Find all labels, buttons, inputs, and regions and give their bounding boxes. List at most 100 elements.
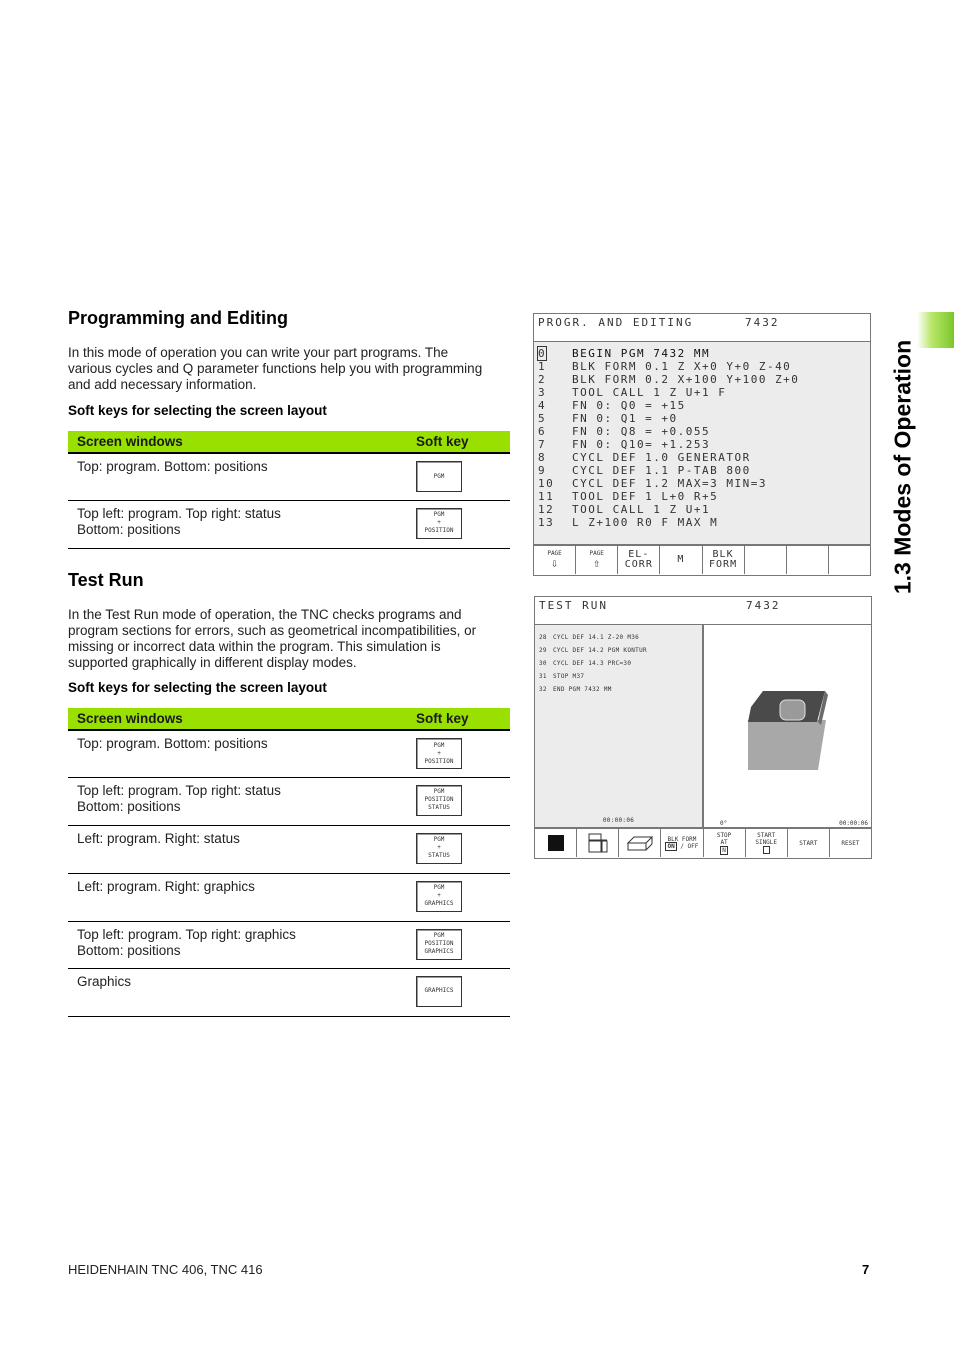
softkey-pgm-position-status[interactable]: PGM POSITION STATUS bbox=[416, 784, 462, 816]
softkey-pgm-position[interactable]: PGM + POSITION bbox=[416, 738, 462, 769]
paragraph-line: missing or incorrect data within the pro… bbox=[68, 639, 441, 654]
program-line[interactable]: 2 BLK FORM 0.2 X+100 Y+100 Z+0 bbox=[538, 373, 866, 386]
line-number: 28 bbox=[539, 634, 547, 641]
screen-mode-title: PROGR. AND EDITING bbox=[538, 316, 694, 329]
program-line[interactable]: 1 BLK FORM 0.1 Z X+0 Y+0 Z-40 bbox=[538, 360, 866, 373]
softkey-empty[interactable] bbox=[829, 546, 870, 574]
softkey-blk-form[interactable]: BLK FORM bbox=[703, 546, 745, 574]
line-text: CYCL DEF 1.0 GENERATOR bbox=[572, 451, 751, 464]
footer-manual-title: HEIDENHAIN TNC 406, TNC 416 bbox=[68, 1262, 263, 1277]
screen-title-bar: TEST RUN 7432 bbox=[535, 597, 871, 625]
line-text: BEGIN PGM 7432 MM bbox=[572, 347, 711, 360]
softkey-stop-at-n[interactable]: STOP AT N bbox=[704, 829, 746, 857]
arrow-down-icon: ⇩ bbox=[550, 556, 559, 570]
program-line[interactable]: 31 STOP M37 bbox=[539, 670, 698, 683]
line-text: BLK FORM 0.2 X+100 Y+100 Z+0 bbox=[572, 373, 800, 386]
line-text: FN 0: Q0 = +15 bbox=[572, 399, 686, 412]
line-number: 30 bbox=[539, 660, 547, 667]
softkey-page-up[interactable]: PAGE ⇧ bbox=[576, 546, 619, 574]
row-description: Top left: program. Top right: status Bott… bbox=[68, 777, 407, 826]
table-row: Top: program. Bottom: positions PGM bbox=[68, 453, 510, 501]
row-description: Top left: program. Top right: status Bott… bbox=[68, 500, 407, 549]
line-number: 6 bbox=[538, 425, 547, 438]
page-number: 7 bbox=[862, 1262, 870, 1277]
line-text: FN 0: Q10= +1.253 bbox=[572, 438, 711, 451]
filled-square-icon bbox=[547, 835, 564, 851]
program-line[interactable]: 3 TOOL CALL 1 Z U+1 F bbox=[538, 386, 866, 399]
softkey-pgm[interactable]: PGM bbox=[416, 461, 462, 492]
screenshot-programming-editing: PROGR. AND EDITING 7432 0 BEGIN PGM 7432 … bbox=[533, 313, 871, 576]
column-header-screen-windows: Screen windows bbox=[68, 708, 407, 731]
softkey-empty[interactable] bbox=[787, 546, 829, 574]
softkey-graphics[interactable]: GRAPHICS bbox=[416, 975, 462, 1007]
softkey-start[interactable]: START bbox=[788, 829, 830, 857]
line-text: FN 0: Q8 = +0.055 bbox=[572, 425, 711, 438]
softkey-reset[interactable]: RESET bbox=[830, 829, 871, 857]
view-angle: 0° bbox=[720, 820, 728, 827]
line-text: CYCL DEF 14.2 PGM KONTUR bbox=[553, 647, 647, 654]
softkey-3d-view[interactable] bbox=[619, 829, 662, 857]
softkey-page-down[interactable]: PAGE ⇩ bbox=[534, 546, 577, 574]
line-number: 12 bbox=[538, 503, 555, 516]
screen-title-bar: PROGR. AND EDITING 7432 bbox=[534, 314, 870, 342]
softkey-pgm-position-graphics[interactable]: PGM POSITION GRAPHICS bbox=[416, 928, 462, 960]
program-line[interactable]: 13 L Z+100 R0 F MAX M bbox=[538, 516, 866, 529]
line-text: CYCL DEF 1.1 P-TAB 800 bbox=[572, 464, 751, 477]
row-description: Left: program. Right: status bbox=[68, 825, 407, 874]
softkey-m[interactable]: M bbox=[660, 546, 703, 574]
table-row: Graphics GRAPHICS bbox=[68, 968, 510, 1017]
program-listing: 0 BEGIN PGM 7432 MM 1 BLK FORM 0.1 Z X+0 Y+… bbox=[534, 342, 870, 544]
table-row: Top left: program. Top right: graphics Bo… bbox=[68, 921, 510, 969]
program-line[interactable]: 6 FN 0: Q8 = +0.055 bbox=[538, 425, 866, 438]
program-line[interactable]: 9 CYCL DEF 1.1 P-TAB 800 bbox=[538, 464, 866, 477]
program-line[interactable]: 0 BEGIN PGM 7432 MM bbox=[537, 346, 866, 361]
line-text: CYCL DEF 14.3 PRC=30 bbox=[553, 660, 632, 667]
row-description: Top: program. Bottom: positions bbox=[68, 453, 407, 501]
program-line[interactable]: 5 FN 0: Q1 = +0 bbox=[538, 412, 866, 425]
paragraph-line: various cycles and Q parameter functions… bbox=[68, 361, 483, 376]
table-row: Top left: program. Top right: status Bott… bbox=[68, 500, 510, 549]
paragraph-line: supported graphically in different displ… bbox=[68, 655, 357, 670]
program-line[interactable]: 29 CYCL DEF 14.2 PGM KONTUR bbox=[539, 644, 698, 657]
program-line[interactable]: 12 TOOL CALL 1 Z U+1 bbox=[538, 503, 866, 516]
program-line[interactable]: 32 END PGM 7432 MM bbox=[539, 683, 698, 696]
program-line[interactable]: 7 FN 0: Q10= +1.253 bbox=[538, 438, 866, 451]
elapsed-time-left: 00:00:06 bbox=[602, 817, 635, 824]
chapter-title-text: 1.3 Modes of Operation bbox=[889, 339, 916, 595]
table-row: Top: program. Bottom: positions PGM + POSI… bbox=[68, 730, 510, 778]
line-text: FN 0: Q1 = +0 bbox=[572, 412, 678, 425]
line-number: 10 bbox=[538, 477, 555, 490]
subheading-softkeys-2: Soft keys for selecting the screen layou… bbox=[68, 680, 327, 695]
softkey-pgm-graphics[interactable]: PGM + GRAPHICS bbox=[416, 880, 462, 912]
program-line[interactable]: 28 CYCL DEF 14.1 Z-20 M36 bbox=[539, 631, 698, 644]
program-line[interactable]: 10 CYCL DEF 1.2 MAX=3 MIN=3 bbox=[538, 477, 866, 490]
line-number: 2 bbox=[538, 373, 547, 386]
line-number: 8 bbox=[538, 451, 547, 464]
program-line[interactable]: 8 CYCL DEF 1.0 GENERATOR bbox=[538, 451, 866, 464]
row-description: Graphics bbox=[68, 968, 407, 1017]
section-heading-programming: Programming and Editing bbox=[68, 308, 289, 328]
paragraph-line: In the Test Run mode of operation, the T… bbox=[68, 607, 462, 622]
line-text: BLK FORM 0.1 Z X+0 Y+0 Z-40 bbox=[572, 360, 792, 373]
program-line[interactable]: 4 FN 0: Q0 = +15 bbox=[538, 399, 866, 412]
subheading-softkeys-1: Soft keys for selecting the screen layou… bbox=[68, 403, 327, 418]
softkey-blk-form-toggle[interactable]: BLK FORM ON / OFF bbox=[661, 829, 704, 857]
softkey-pgm-status[interactable]: PGM + STATUS bbox=[416, 832, 462, 864]
program-line[interactable]: 30 CYCL DEF 14.3 PRC=30 bbox=[539, 657, 698, 670]
line-number: 32 bbox=[539, 686, 547, 693]
chapter-title: 1.3 Modes of Operation bbox=[873, 312, 933, 622]
softkey-start-single[interactable]: START SINGLE bbox=[746, 829, 788, 857]
line-number: 9 bbox=[538, 464, 547, 477]
program-line[interactable]: 11 TOOL DEF 1 L+0 R+5 bbox=[538, 490, 866, 503]
softkey-el-corr[interactable]: EL- CORR bbox=[618, 546, 661, 574]
softkey-full-screen[interactable] bbox=[535, 829, 578, 857]
softkey-table-test-run: Screen windows Soft key Top: program. Bo… bbox=[68, 708, 510, 1017]
softkey-table-programming: Screen windows Soft key Top: program. Bo… bbox=[68, 431, 510, 549]
line-text: TOOL CALL 1 Z U+1 bbox=[572, 503, 711, 516]
table-row: Top left: program. Top right: status Bott… bbox=[68, 777, 510, 826]
table-header-row: Screen windows Soft key bbox=[68, 708, 510, 731]
softkey-pgm-position[interactable]: PGM + POSITION bbox=[416, 507, 462, 539]
elapsed-time-right: 00:00:06 bbox=[839, 820, 868, 827]
softkey-empty[interactable] bbox=[745, 546, 787, 574]
softkey-layout[interactable] bbox=[577, 829, 620, 857]
